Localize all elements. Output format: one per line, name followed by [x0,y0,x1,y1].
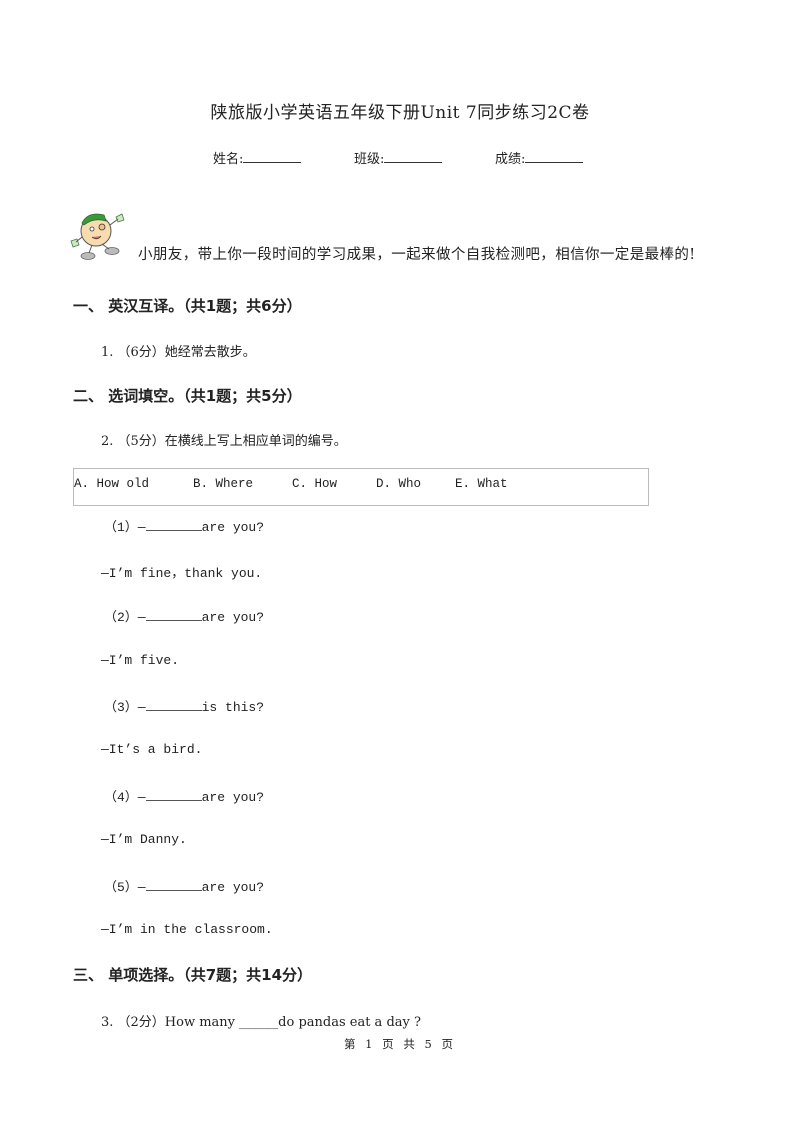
name-label: 姓名: [213,152,244,167]
name-field: 姓名: [213,148,302,167]
item-5-question: are you? [201,880,265,895]
blank-item-5: （5）— are you? [104,876,264,895]
blank-item-3: （3）— is this? [104,696,264,715]
blank-item-4: （4）— are you? [104,786,264,805]
encouragement-text: 小朋友，带上你一段时间的学习成果，一起来做个自我检测吧，相信你一定是最棒的! [138,247,696,263]
item-5-number: （5）— [104,880,146,895]
word-options-box: A. How old B. Where C. How D. Who E. Wha… [73,468,649,506]
item-3-number: （3）— [104,700,146,715]
option-b: B. Where [193,477,254,491]
score-blank[interactable] [525,150,584,163]
item-1-question: are you? [201,520,265,535]
option-e: E. What [455,477,508,491]
item-5-blank[interactable] [145,879,202,891]
item-1-number: （1）— [104,520,146,535]
option-c: C. How [292,477,338,491]
question-3: 3. （2分）How many ______do pandas eat a da… [101,1015,421,1030]
item-2-blank[interactable] [145,609,202,621]
class-field: 班级: [354,148,443,167]
item-4-blank[interactable] [145,789,202,801]
score-field: 成绩: [495,148,584,167]
page-number: 第 1 页 共 5 页 [344,1037,456,1051]
class-blank[interactable] [384,150,443,163]
item-5-answer: —I’m in the classroom. [101,922,273,937]
option-a: A. How old [74,477,150,491]
cartoon-boy-icon [66,205,132,263]
question-2: 2. （5分）在横线上写上相应单词的编号。 [101,434,347,449]
class-label: 班级: [354,152,385,167]
item-3-question: is this? [201,700,265,715]
item-2-number: （2）— [104,610,146,625]
item-1-answer: —I’m fine，thank you. [101,566,263,581]
section-3-heading: 三、 单项选择。（共7题；共14分） [73,966,313,984]
question-1: 1. （6分）她经常去散步。 [101,345,256,360]
page-title: 陕旅版小学英语五年级下册Unit 7同步练习2C卷 [210,103,590,123]
name-blank[interactable] [243,150,302,163]
section-2-heading: 二、 选词填空。（共1题；共5分） [73,387,302,405]
item-2-answer: —I’m five. [101,653,180,668]
item-4-answer: —I’m Danny. [101,832,187,847]
item-3-blank[interactable] [145,699,202,711]
item-2-question: are you? [201,610,265,625]
score-label: 成绩: [495,152,526,167]
item-3-answer: —It’s a bird. [101,742,203,757]
blank-item-1: （1）— are you? [104,516,264,535]
item-4-question: are you? [201,790,265,805]
section-1-heading: 一、 英汉互译。（共1题；共6分） [73,297,302,315]
item-4-number: （4）— [104,790,146,805]
option-d: D. Who [376,477,422,491]
blank-item-2: （2）— are you? [104,606,264,625]
item-1-blank[interactable] [145,519,202,531]
